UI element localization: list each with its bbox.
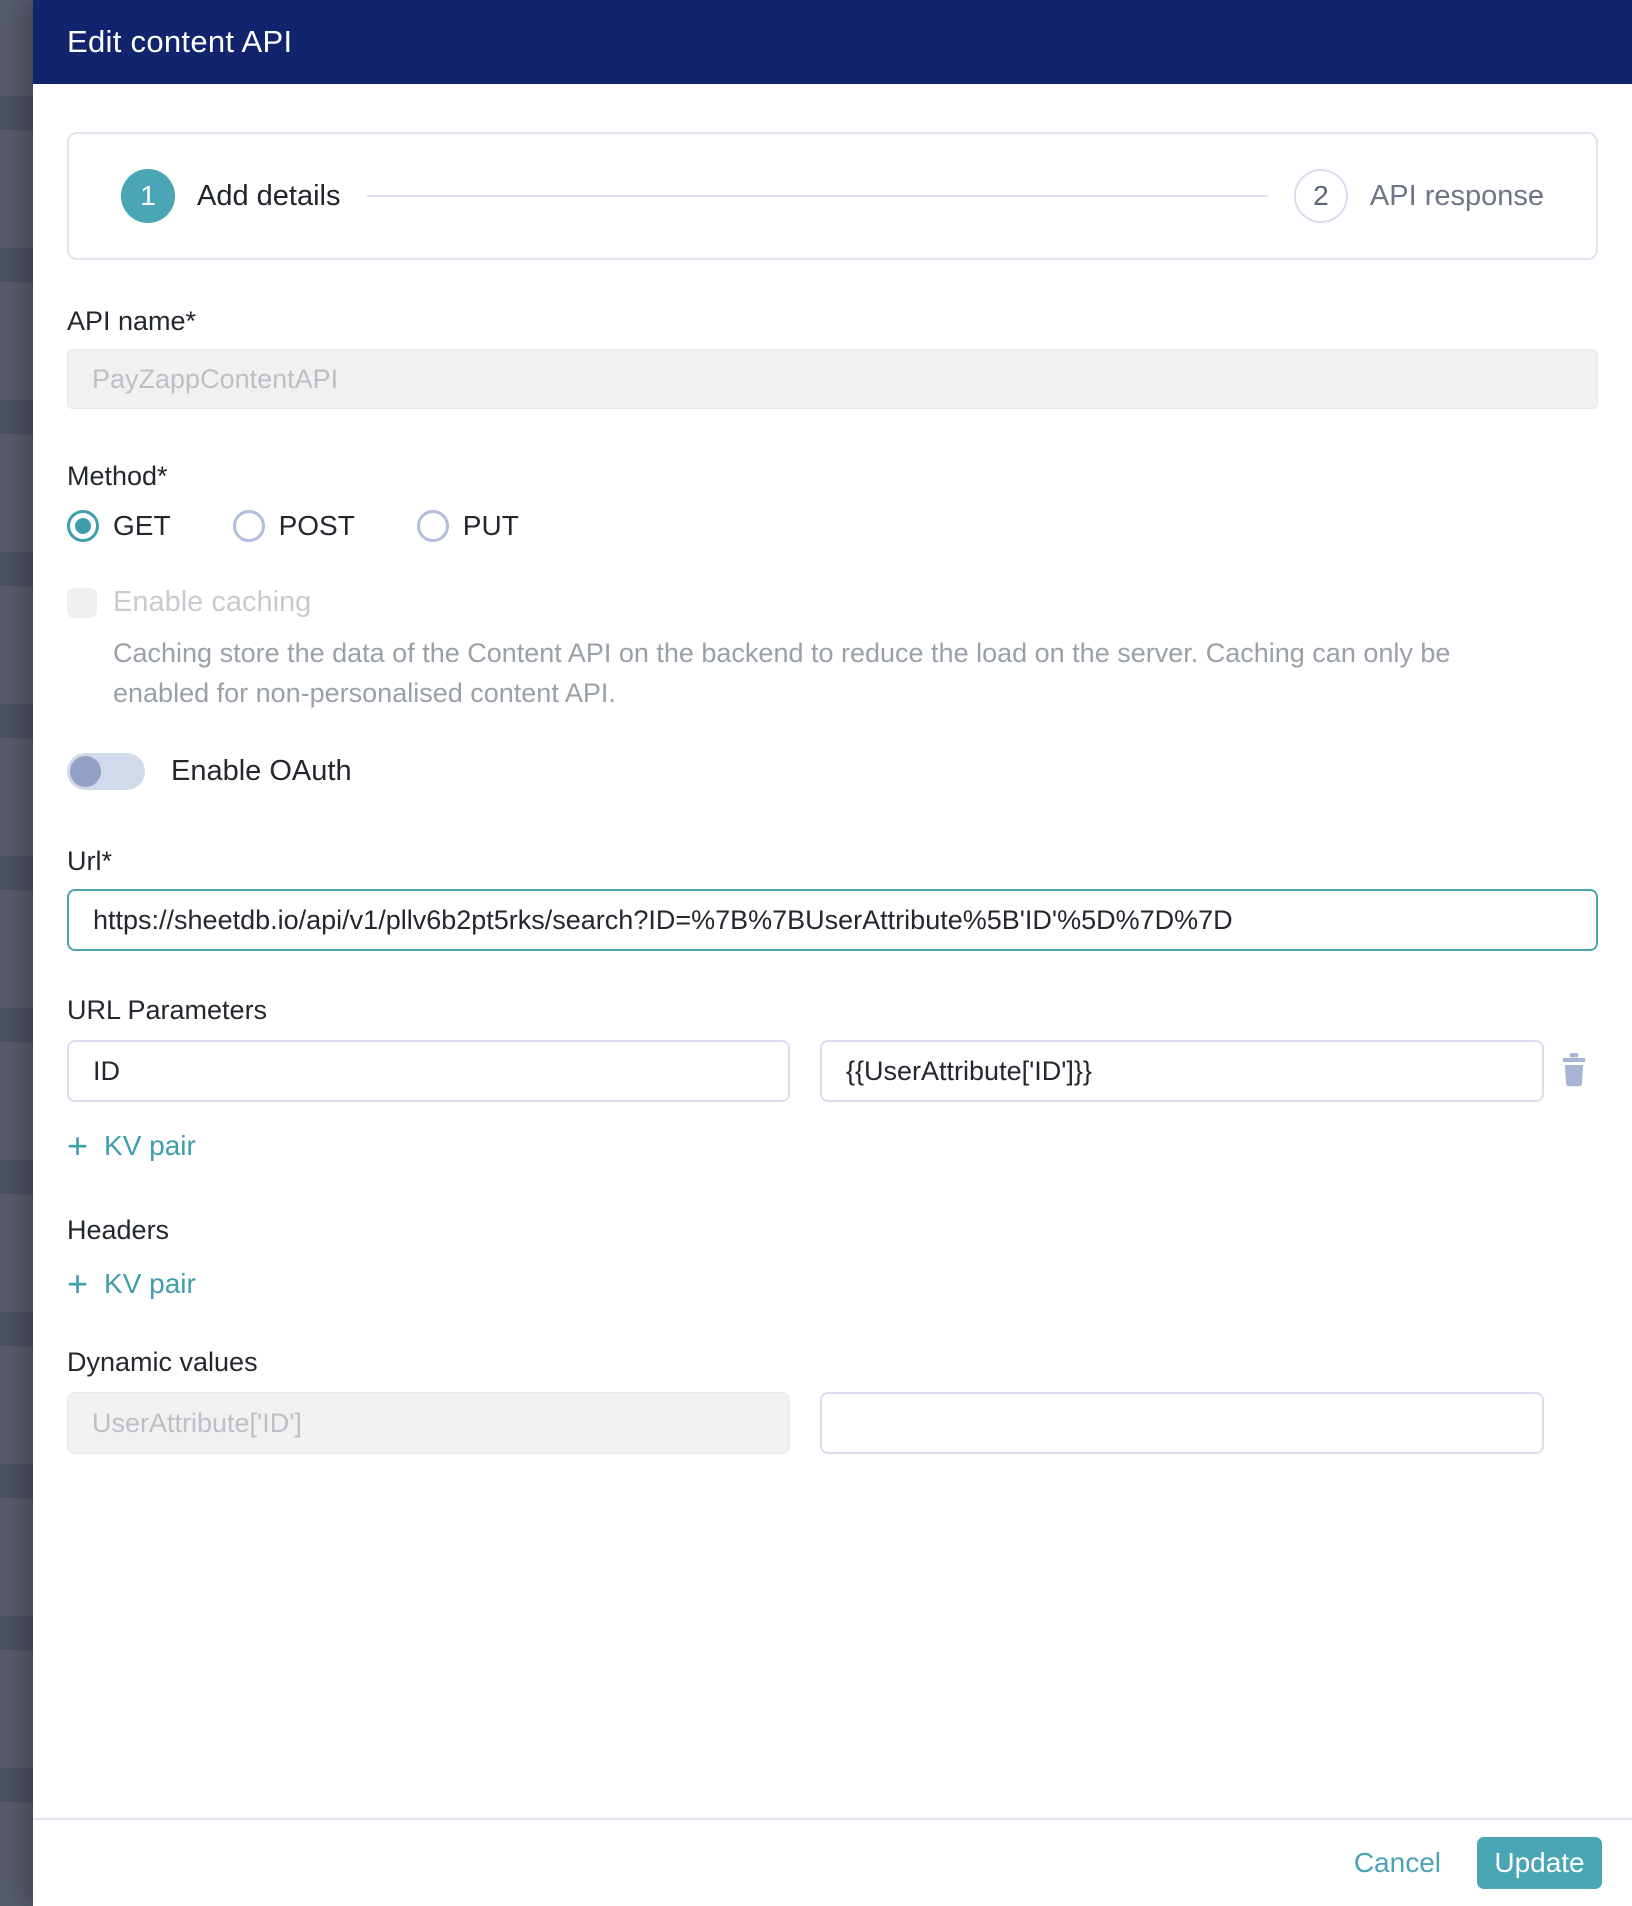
url-parameter-key-input[interactable] [67,1040,790,1102]
modal-footer: Cancel Update [33,1818,1632,1906]
enable-caching-label: Enable caching [113,586,311,619]
method-option-put[interactable]: PUT [417,510,519,542]
oauth-toggle[interactable] [67,753,145,790]
api-name-input [67,349,1598,409]
url-input[interactable] [67,889,1598,951]
dynamic-values-label: Dynamic values [67,1347,1598,1378]
add-kv-pair-label: KV pair [104,1268,196,1300]
url-parameter-value-input[interactable] [820,1040,1544,1102]
add-header-kv-pair[interactable]: + KV pair [67,1268,196,1300]
cancel-button[interactable]: Cancel [1354,1847,1441,1879]
dynamic-value-value-input[interactable] [820,1392,1544,1454]
edit-content-api-modal: Edit content API 1 Add details 2 API res… [33,0,1632,1906]
enable-caching-checkbox [67,588,97,618]
method-option-post-label: POST [279,510,355,542]
method-option-post[interactable]: POST [233,510,355,542]
dynamic-value-row [67,1392,1598,1454]
delete-parameter-button[interactable] [1556,1051,1592,1091]
method-option-get[interactable]: GET [67,510,171,542]
api-name-label: API name* [67,306,1598,337]
trash-icon [1557,1077,1591,1092]
oauth-toggle-knob[interactable] [70,756,101,787]
step-1-label: Add details [197,180,341,213]
step-1-circle: 1 [121,169,175,223]
method-label: Method* [67,461,1598,492]
add-url-parameter-kv-pair[interactable]: + KV pair [67,1130,196,1162]
url-parameters-label: URL Parameters [67,995,1598,1026]
enable-caching-row: Enable caching [67,586,1598,619]
modal-title: Edit content API [67,24,292,60]
url-parameter-row [67,1040,1598,1102]
enable-oauth-label: Enable OAuth [171,755,352,788]
headers-label: Headers [67,1215,1598,1246]
radio-unselected-icon[interactable] [233,510,265,542]
enable-oauth-row: Enable OAuth [67,753,1598,790]
add-kv-pair-label: KV pair [104,1130,196,1162]
method-option-put-label: PUT [463,510,519,542]
dimmed-page-backdrop [0,0,33,1906]
radio-unselected-icon[interactable] [417,510,449,542]
plus-icon: + [67,1131,88,1161]
method-radio-group: GET POST PUT [67,510,1598,542]
stepper-connector-line [367,195,1268,197]
step-api-response[interactable]: 2 API response [1294,169,1544,223]
step-2-label: API response [1370,180,1544,213]
modal-header: Edit content API [33,0,1632,84]
step-add-details[interactable]: 1 Add details [121,169,341,223]
radio-selected-icon[interactable] [67,510,99,542]
stepper: 1 Add details 2 API response [67,132,1598,260]
url-label: Url* [67,846,1598,877]
step-2-circle: 2 [1294,169,1348,223]
caching-description: Caching store the data of the Content AP… [113,633,1543,713]
method-option-get-label: GET [113,510,171,542]
plus-icon: + [67,1269,88,1299]
modal-body: 1 Add details 2 API response API name* M… [33,84,1632,1906]
update-button[interactable]: Update [1477,1837,1602,1889]
dynamic-value-key-input [67,1392,790,1454]
